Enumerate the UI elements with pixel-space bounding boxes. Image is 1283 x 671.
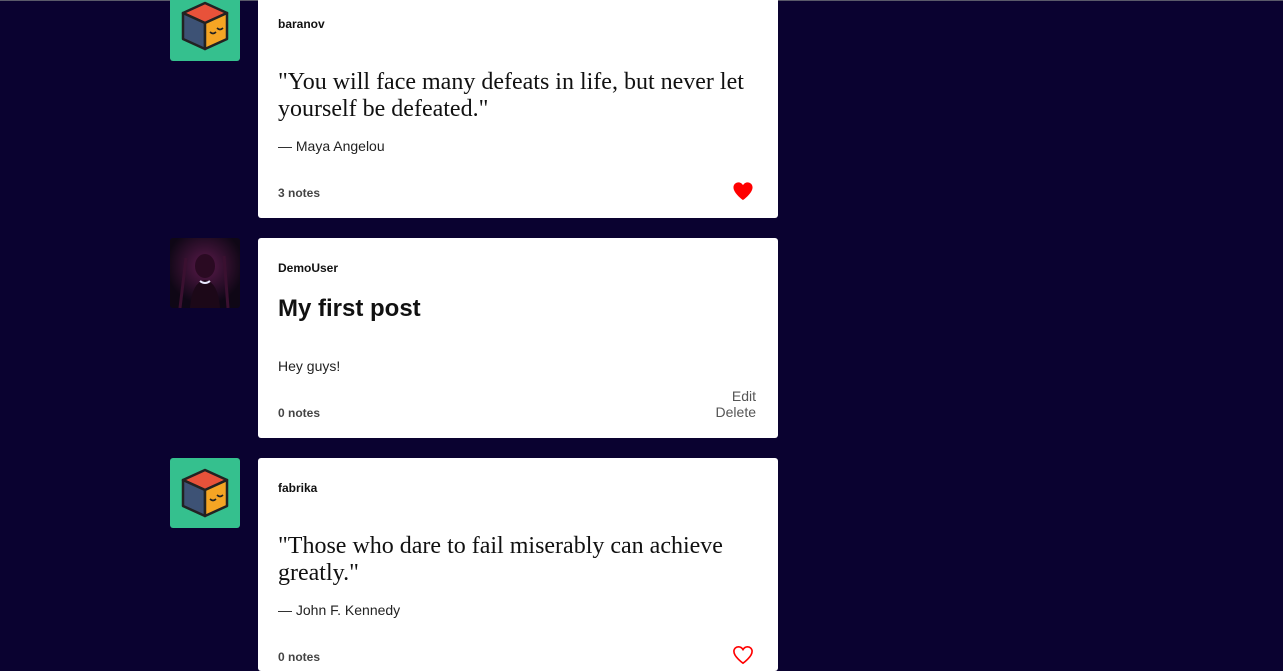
- quote-source: — Maya Angelou: [278, 138, 385, 154]
- post-username[interactable]: fabrika: [278, 481, 317, 495]
- post-title: My first post: [278, 295, 421, 322]
- user-avatar[interactable]: [170, 458, 240, 528]
- post-feed: baranov "You will face many defeats in l…: [0, 0, 1283, 671]
- post-username[interactable]: baranov: [278, 17, 325, 31]
- like-button[interactable]: [732, 181, 754, 201]
- post-username[interactable]: DemoUser: [278, 261, 338, 275]
- dark-figure-avatar-icon: [170, 238, 240, 308]
- heart-outline-icon: [733, 645, 753, 665]
- edit-button[interactable]: Edit: [716, 388, 756, 404]
- post-card: baranov "You will face many defeats in l…: [258, 0, 778, 218]
- post-body: Hey guys!: [278, 358, 341, 374]
- quote-text: "Those who dare to fail miserably can ac…: [278, 533, 723, 586]
- quote-text: "You will face many defeats in life, but…: [278, 69, 744, 122]
- notes-count[interactable]: 3 notes: [278, 186, 320, 200]
- post-card: fabrika "Those who dare to fail miserabl…: [258, 458, 778, 671]
- cube-avatar-icon: [181, 468, 229, 518]
- post-card: DemoUser My first post Hey guys! 0 notes…: [258, 238, 778, 438]
- heart-filled-icon: [733, 182, 753, 201]
- like-button[interactable]: [732, 645, 754, 665]
- cube-avatar-icon: [181, 1, 229, 51]
- quote-source: — John F. Kennedy: [278, 602, 401, 618]
- delete-button[interactable]: Delete: [716, 404, 756, 420]
- user-avatar[interactable]: [170, 238, 240, 308]
- user-avatar[interactable]: [170, 0, 240, 61]
- notes-count[interactable]: 0 notes: [278, 650, 320, 664]
- notes-count[interactable]: 0 notes: [278, 406, 320, 420]
- post-actions: Edit Delete: [716, 388, 756, 420]
